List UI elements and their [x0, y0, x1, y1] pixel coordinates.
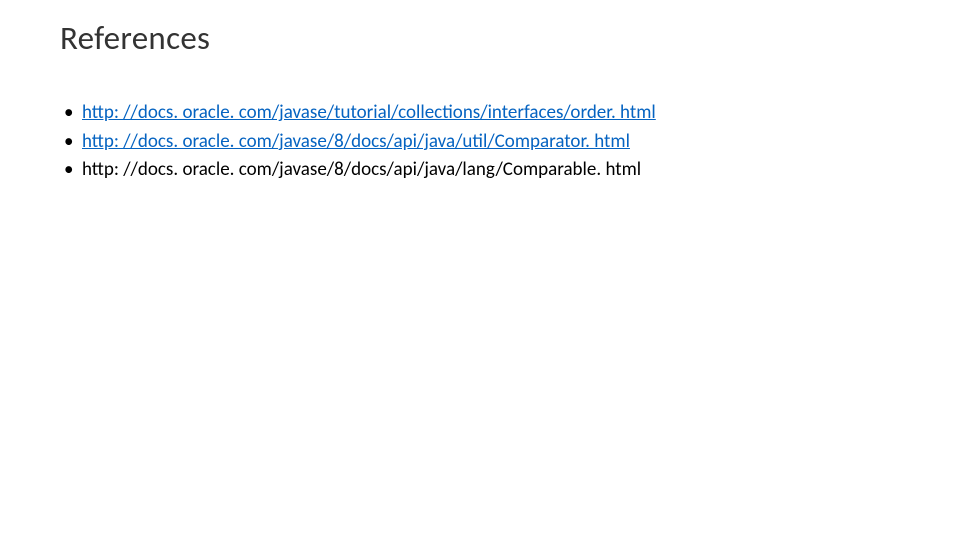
reference-link[interactable]: http: //docs. oracle. com/javase/tutoria…	[82, 101, 656, 124]
list-item: http: //docs. oracle. com/javase/8/docs/…	[82, 129, 900, 156]
references-list: http: //docs. oracle. com/javase/tutoria…	[60, 100, 900, 184]
list-item: http: //docs. oracle. com/javase/8/docs/…	[82, 157, 900, 184]
page-title: References	[60, 18, 900, 58]
reference-link[interactable]: http: //docs. oracle. com/javase/8/docs/…	[82, 130, 630, 153]
reference-text: http: //docs. oracle. com/javase/8/docs/…	[82, 158, 641, 181]
list-item: http: //docs. oracle. com/javase/tutoria…	[82, 100, 900, 127]
